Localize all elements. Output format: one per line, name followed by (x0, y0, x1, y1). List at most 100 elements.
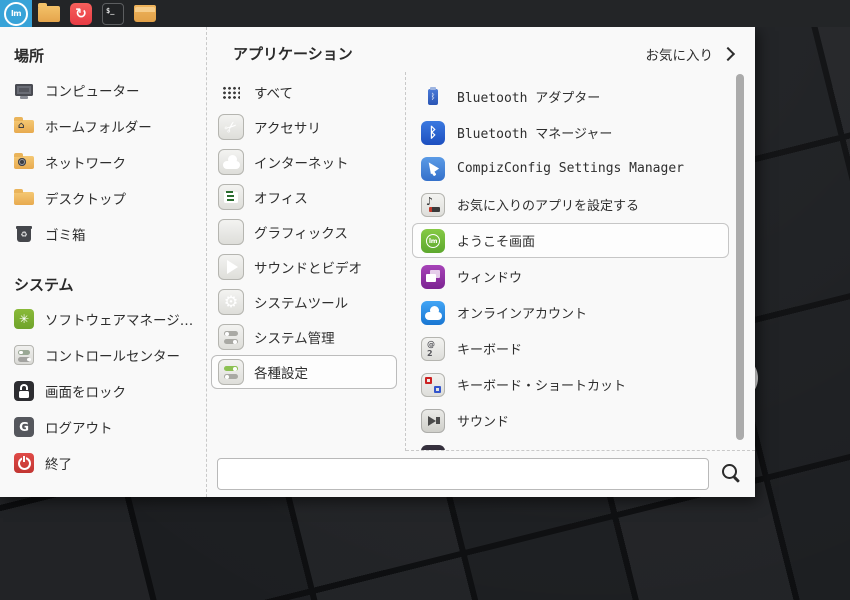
sidebar-item[interactable]: デスクトップ (14, 180, 206, 216)
system-list: ソフトウェアマネージ… コントロールセンター 画面をロック ログアウト 終了 (14, 301, 206, 481)
menu-header: アプリケーション お気に入り (207, 27, 755, 72)
category-item[interactable]: サウンドとビデオ (211, 250, 397, 284)
app-item[interactable]: オンラインアカウント (412, 295, 729, 330)
sidebar-item-label: ホームフォルダー (45, 120, 152, 136)
control-center-icon (14, 345, 34, 365)
desktop-folder-icon (14, 188, 34, 208)
sidebar-item[interactable]: ネットワーク (14, 144, 206, 180)
category-label: すべて (254, 86, 294, 102)
menu-sidebar: 場所 コンピューター ⌂ ホームフォルダー ネットワーク デスクトップ ♻ ゴミ… (0, 27, 207, 497)
keyboard-shortcuts-icon (421, 372, 445, 397)
administration-icon (218, 324, 244, 350)
search-input[interactable] (217, 458, 709, 490)
files (134, 5, 156, 22)
computer-icon (14, 80, 34, 100)
sound-icon (421, 408, 445, 433)
sidebar-item[interactable]: ゴミ箱 (14, 216, 206, 252)
trash-icon (14, 224, 34, 244)
preferred-apps-icon (421, 192, 445, 217)
keyboard-icon (421, 336, 445, 361)
folder (38, 2, 60, 22)
category-item[interactable]: すべて (211, 75, 397, 109)
category-item[interactable]: オフィス (211, 180, 397, 214)
compiz-icon (421, 156, 445, 181)
app-label: お気に入りのアプリを設定する (457, 199, 640, 214)
all-apps-icon (218, 79, 244, 105)
timeshift-launcher[interactable] (66, 0, 96, 27)
preferences-icon (218, 359, 244, 385)
file-manager-launcher[interactable] (130, 0, 160, 27)
shutdown-icon (14, 453, 34, 473)
app-item[interactable]: サウンド (412, 403, 729, 438)
category-label: アクセサリ (254, 121, 321, 137)
search-icon[interactable] (721, 463, 743, 485)
lock-icon (14, 381, 34, 401)
category-item[interactable]: グラフィックス (211, 215, 397, 249)
favorites-link[interactable]: お気に入り (646, 44, 738, 64)
app-label: ウィンドウ (457, 271, 523, 286)
sidebar-item[interactable]: コンピューター (14, 72, 206, 108)
app-item[interactable]: Bluetooth アダプター (412, 79, 729, 114)
app-label: オンラインアカウント (457, 307, 588, 322)
sidebar-item-label: デスクトップ (45, 192, 126, 208)
category-label: インターネット (254, 156, 349, 172)
scrollbar-thumb[interactable] (736, 74, 744, 440)
sidebar-item[interactable]: ソフトウェアマネージ… (14, 301, 206, 337)
internet-icon (218, 149, 244, 175)
bluetooth-adapter-icon (421, 85, 445, 109)
category-label: 各種設定 (254, 366, 308, 382)
app-item[interactable]: キーボード (412, 331, 729, 366)
category-label: サウンドとビデオ (254, 261, 362, 277)
top-panel (0, 0, 850, 27)
app-item[interactable]: ようこそ画面 (412, 223, 729, 258)
sidebar-item-label: 終了 (45, 457, 72, 473)
app-label: キーボード (457, 343, 523, 358)
mint-menu-popup: 場所 コンピューター ⌂ ホームフォルダー ネットワーク デスクトップ ♻ ゴミ… (0, 27, 755, 497)
app-label: スクリーンセーバーのテーマ (457, 447, 625, 450)
show-desktop-button[interactable] (34, 0, 64, 27)
app-item[interactable]: キーボード・ショートカット (412, 367, 729, 402)
terminal-launcher[interactable] (98, 0, 128, 27)
bluetooth-manager-icon (421, 120, 445, 145)
category-item[interactable]: インターネット (211, 145, 397, 179)
search-area (207, 451, 755, 497)
category-item[interactable]: 各種設定 (211, 355, 397, 389)
category-item[interactable]: システムツール (211, 285, 397, 319)
category-list: すべて アクセサリ インターネット オフィス グラフィックス (207, 72, 406, 451)
online-accounts-icon (421, 300, 445, 325)
sidebar-item-label: ソフトウェアマネージ… (45, 313, 194, 329)
sidebar-item[interactable]: ⌂ ホームフォルダー (14, 108, 206, 144)
app-item[interactable]: CompizConfig Settings Manager (412, 151, 729, 186)
app-item[interactable]: Bluetooth マネージャー (412, 115, 729, 150)
app-label: サウンド (457, 415, 510, 430)
sidebar-item[interactable]: コントロールセンター (14, 337, 206, 373)
app-item[interactable]: お気に入りのアプリを設定する (412, 187, 729, 222)
chevron-right-icon (720, 46, 736, 61)
category-item[interactable]: アクセサリ (211, 110, 397, 144)
office-icon (218, 184, 244, 210)
places-title: 場所 (14, 47, 45, 65)
menu-button[interactable] (0, 0, 32, 27)
sidebar-item[interactable]: 画面をロック (14, 373, 206, 409)
system-title: システム (14, 276, 74, 294)
applications-title: アプリケーション (233, 45, 353, 63)
app-item[interactable]: スクリーンセーバーのテーマ (412, 439, 729, 450)
sidebar-item-label: コントロールセンター (45, 349, 180, 365)
sidebar-item-label: 画面をロック (45, 385, 126, 401)
mint-welcome-icon (421, 228, 445, 253)
app-item[interactable]: ウィンドウ (412, 259, 729, 294)
screen: 場所 コンピューター ⌂ ホームフォルダー ネットワーク デスクトップ (0, 0, 850, 600)
category-label: グラフィックス (254, 226, 348, 242)
screensaver-icon (421, 444, 445, 450)
category-item[interactable]: システム管理 (211, 320, 397, 354)
app-list: Bluetooth アダプター Bluetooth マネージャー CompizC… (406, 72, 755, 451)
menu-main: アプリケーション お気に入り すべて アクセサリ (207, 27, 755, 497)
windows-icon (421, 264, 445, 289)
sidebar-item[interactable]: ログアウト (14, 409, 206, 445)
sidebar-item-label: コンピューター (45, 84, 140, 100)
app-list-scrollbar[interactable] (736, 74, 744, 444)
sidebar-item[interactable]: 終了 (14, 445, 206, 481)
graphics-icon (218, 219, 244, 245)
sidebar-item-label: ネットワーク (45, 156, 126, 172)
timeshift (70, 2, 92, 25)
